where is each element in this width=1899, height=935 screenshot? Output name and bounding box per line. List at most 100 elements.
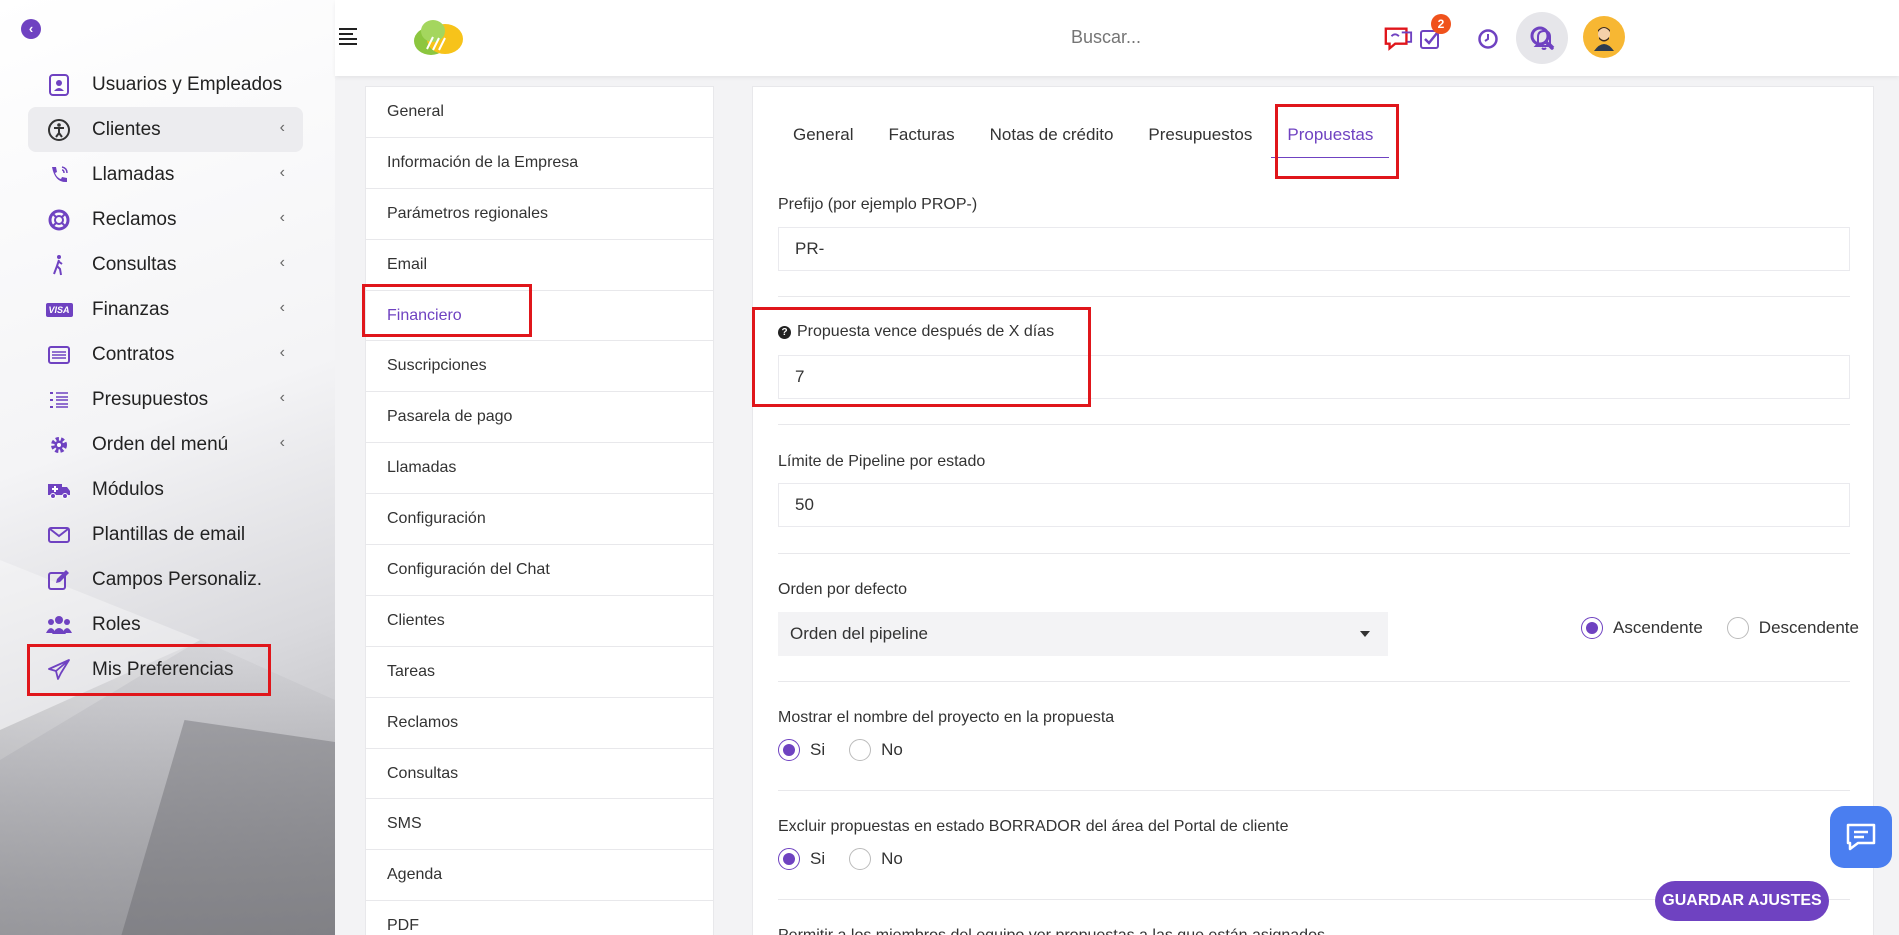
tab-general[interactable]: General <box>793 125 853 158</box>
settings-item-configuracion[interactable]: Configuración <box>366 494 713 546</box>
exclude-draft-yes-radio[interactable] <box>778 848 800 870</box>
sidebar-item-label: Orden del menú <box>92 433 229 455</box>
exclude-draft-no-radio[interactable] <box>849 848 872 870</box>
menu-toggle-icon[interactable] <box>339 28 357 48</box>
sidebar-item-clientes[interactable]: Clientes ‹ <box>28 107 303 152</box>
sidebar-item-usuarios[interactable]: Usuarios y Empleados <box>28 62 303 107</box>
settings-menu: General Información de la Empresa Paráme… <box>365 86 714 935</box>
sidebar-item-campos[interactable]: Campos Personaliz. <box>28 557 303 602</box>
default-order-label: Orden por defecto <box>778 581 907 598</box>
tab-notas-credito[interactable]: Notas de crédito <box>990 125 1114 158</box>
chevron-left-icon: ‹ <box>279 389 285 406</box>
prefix-input[interactable]: PR- <box>778 227 1850 271</box>
sidebar-item-label: Finanzas <box>92 298 170 320</box>
yes-label: Si <box>810 849 826 868</box>
back-arrow-icon[interactable]: ‹ <box>21 19 41 39</box>
settings-item-clientes[interactable]: Clientes <box>366 596 713 647</box>
exclude-draft-label: Excluir propuestas en estado BORRADOR de… <box>778 818 1289 835</box>
pipeline-limit-input[interactable]: 50 <box>778 483 1850 527</box>
chevron-left-icon: ‹ <box>279 434 285 451</box>
tab-facturas[interactable]: Facturas <box>888 125 954 158</box>
settings-item-chat[interactable]: Configuración del Chat <box>366 545 713 596</box>
settings-item-suscripciones[interactable]: Suscripciones <box>366 341 713 393</box>
chevron-left-icon: ‹ <box>279 299 285 316</box>
chevron-left-icon: ‹ <box>279 344 285 361</box>
ascending-radio[interactable] <box>1581 617 1603 639</box>
sidebar-item-reclamos[interactable]: Reclamos ‹ <box>28 197 303 242</box>
default-order-select[interactable]: Orden del pipeline <box>778 612 1388 656</box>
prefix-label: Prefijo (por ejemplo PROP-) <box>778 196 978 213</box>
tab-presupuestos[interactable]: Presupuestos <box>1148 125 1252 158</box>
chat-widget-button[interactable] <box>1830 806 1892 868</box>
sidebar-item-roles[interactable]: Roles <box>28 602 303 647</box>
sidebar-item-finanzas[interactable]: VISA Finanzas ‹ <box>28 287 303 332</box>
no-label: No <box>881 849 903 868</box>
settings-item-regional[interactable]: Parámetros regionales <box>366 189 713 240</box>
sidebar-nav: Usuarios y Empleados Clientes ‹ Llamadas… <box>28 62 303 692</box>
sidebar-item-label: Llamadas <box>92 163 175 185</box>
accessibility-icon <box>46 118 72 141</box>
settings-item-pdf[interactable]: PDF <box>366 901 713 935</box>
clock-button[interactable] <box>1473 24 1503 54</box>
chevron-left-icon: ‹ <box>279 254 285 271</box>
sidebar: ‹ Usuarios y Empleados Clientes ‹ Llamad… <box>0 0 335 935</box>
sidebar-item-plantillas-email[interactable]: Plantillas de email <box>28 512 303 557</box>
allow-members-label: Permitir a los miembros del equipo ver p… <box>778 927 1325 935</box>
yes-label: Si <box>810 740 826 759</box>
sidebar-item-orden-menu[interactable]: Orden del menú ‹ <box>28 422 303 467</box>
settings-item-consultas[interactable]: Consultas <box>366 749 713 800</box>
envelope-icon <box>46 524 72 546</box>
sidebar-item-label: Usuarios y Empleados <box>92 73 283 95</box>
show-project-no-radio[interactable] <box>849 739 872 761</box>
pipeline-limit-label: Límite de Pipeline por estado <box>778 453 986 470</box>
chevron-left-icon: ‹ <box>279 164 285 181</box>
settings-item-email[interactable]: Email <box>366 240 713 291</box>
lifebuoy-icon <box>46 209 72 231</box>
chat-icon <box>1846 823 1876 851</box>
settings-item-agenda[interactable]: Agenda <box>366 850 713 902</box>
settings-item-reclamos[interactable]: Reclamos <box>366 698 713 749</box>
avatar[interactable] <box>1583 16 1625 58</box>
ascending-label: Ascendente <box>1613 618 1703 637</box>
sidebar-item-llamadas[interactable]: Llamadas ‹ <box>28 152 303 197</box>
no-label: No <box>881 740 903 759</box>
numbered-list-icon <box>46 389 72 411</box>
divider <box>778 424 1850 425</box>
divider <box>778 681 1850 682</box>
settings-item-tareas[interactable]: Tareas <box>366 647 713 698</box>
gear-icon <box>46 434 72 456</box>
sidebar-item-contratos[interactable]: Contratos ‹ <box>28 332 303 377</box>
show-project-yes-radio[interactable] <box>778 739 800 761</box>
notifications-button[interactable] <box>1529 24 1559 54</box>
sidebar-item-label: Presupuestos <box>92 388 209 410</box>
show-project-group: Si No <box>778 739 903 761</box>
settings-item-empresa[interactable]: Información de la Empresa <box>366 138 713 189</box>
order-direction-group: Ascendente Descendente <box>1581 617 1859 639</box>
app-logo <box>414 20 463 55</box>
chat-notification-button[interactable] <box>1383 24 1413 54</box>
settings-item-general[interactable]: General <box>366 87 713 138</box>
divider <box>778 790 1850 791</box>
settings-item-sms[interactable]: SMS <box>366 799 713 851</box>
sidebar-item-consultas[interactable]: Consultas ‹ <box>28 242 303 287</box>
task-count-badge: 2 <box>1431 14 1451 34</box>
highlight-box <box>27 644 271 696</box>
show-project-label: Mostrar el nombre del proyecto en la pro… <box>778 709 1115 726</box>
descending-radio[interactable] <box>1726 617 1749 639</box>
walking-person-icon <box>46 254 72 276</box>
exclude-draft-group: Si No <box>778 848 903 870</box>
sidebar-item-label: Clientes <box>92 118 161 140</box>
divider <box>778 296 1850 297</box>
list-card-icon <box>46 344 72 366</box>
sidebar-item-presupuestos[interactable]: Presupuestos ‹ <box>28 377 303 422</box>
chevron-left-icon: ‹ <box>279 209 285 226</box>
highlight-box <box>362 284 532 337</box>
chevron-left-icon: ‹ <box>279 119 285 136</box>
settings-item-pasarela[interactable]: Pasarela de pago <box>366 392 713 444</box>
visa-card-icon: VISA <box>45 299 73 321</box>
sidebar-item-modulos[interactable]: Módulos <box>28 467 303 512</box>
divider <box>778 553 1850 554</box>
settings-item-llamadas[interactable]: Llamadas <box>366 443 713 495</box>
save-settings-button[interactable]: GUARDAR AJUSTES <box>1655 881 1829 921</box>
search-input[interactable] <box>1071 22 1371 52</box>
